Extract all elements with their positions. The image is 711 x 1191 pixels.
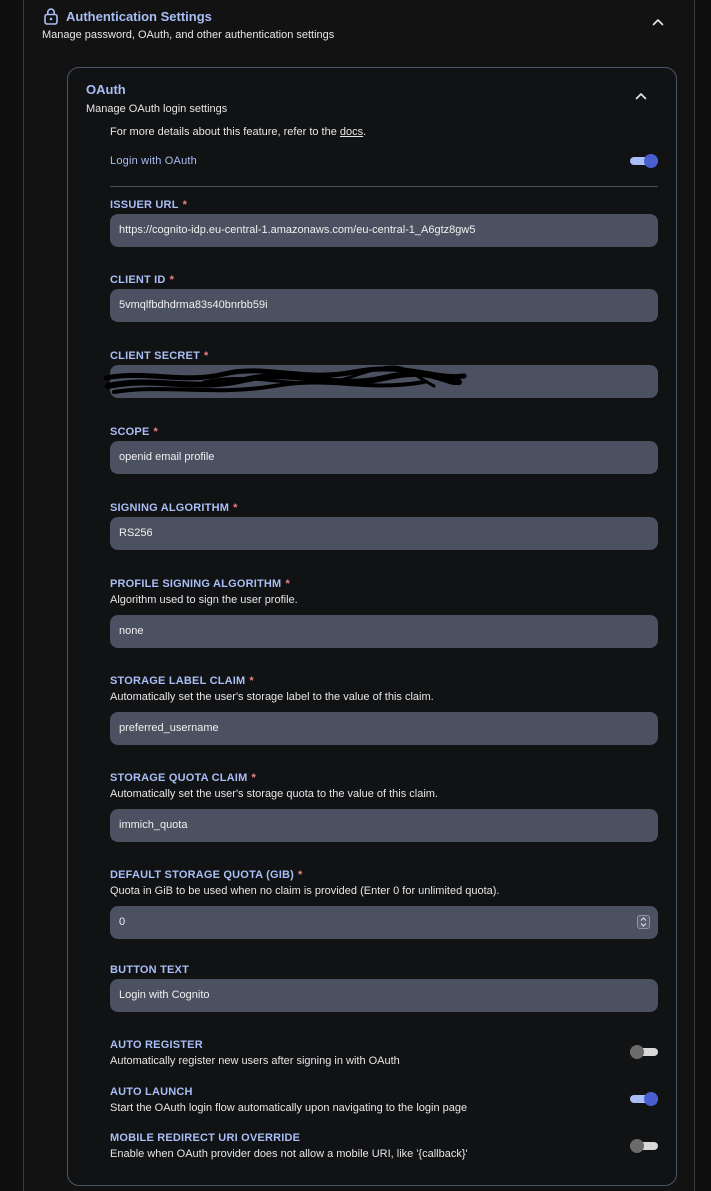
client-id-field: CLIENT ID * 5vmqlfbdhdrma83s40bnrbb59i (110, 274, 658, 322)
auto-launch-desc: Start the OAuth login flow automatically… (110, 1102, 468, 1114)
storage-label-claim-input[interactable]: preferred_username (110, 712, 658, 745)
signing-algorithm-field: SIGNING ALGORITHM * RS256 (110, 502, 658, 550)
chevron-up-icon[interactable] (650, 14, 666, 30)
profile-signing-algorithm-label: PROFILE SIGNING ALGORITHM * (110, 578, 290, 590)
storage-quota-claim-desc: Automatically set the user's storage quo… (110, 788, 438, 800)
storage-quota-claim-field: STORAGE QUOTA CLAIM * Automatically set t… (110, 772, 658, 842)
signing-algorithm-input[interactable]: RS256 (110, 517, 658, 550)
mobile-redirect-row: MOBILE REDIRECT URI OVERRIDE Enable when… (110, 1132, 468, 1160)
docs-info: For more details about this feature, ref… (110, 126, 366, 138)
storage-label-claim-desc: Automatically set the user's storage lab… (110, 691, 434, 703)
signing-algorithm-label: SIGNING ALGORITHM * (110, 502, 238, 514)
client-secret-label: CLIENT SECRET * (110, 350, 209, 362)
auto-register-label: AUTO REGISTER (110, 1039, 203, 1051)
scope-label: SCOPE * (110, 426, 158, 438)
mobile-redirect-label: MOBILE REDIRECT URI OVERRIDE (110, 1132, 301, 1144)
scope-field: SCOPE * openid email profile (110, 426, 658, 474)
storage-label-claim-label: STORAGE LABEL CLAIM * (110, 675, 254, 687)
profile-signing-algorithm-field: PROFILE SIGNING ALGORITHM * Algorithm use… (110, 578, 658, 648)
login-with-oauth-toggle[interactable] (630, 154, 658, 168)
default-storage-quota-label: DEFAULT STORAGE QUOTA (GIB) * (110, 869, 303, 881)
mobile-redirect-desc: Enable when OAuth provider does not allo… (110, 1148, 468, 1160)
storage-quota-claim-label: STORAGE QUOTA CLAIM * (110, 772, 256, 784)
issuer-url-label: ISSUER URL * (110, 199, 188, 211)
redaction-scribble (104, 365, 467, 394)
client-secret-field: CLIENT SECRET * (104, 350, 658, 398)
chevron-up-icon[interactable] (633, 88, 649, 104)
button-text-input[interactable]: Login with Cognito (110, 979, 658, 1012)
docs-info-suffix: . (363, 126, 367, 138)
default-storage-quota-field: DEFAULT STORAGE QUOTA (GIB) * Quota in Gi… (110, 869, 658, 939)
button-text-field: BUTTON TEXT Login with Cognito (110, 964, 658, 1012)
client-id-label: CLIENT ID * (110, 274, 175, 286)
auto-launch-row: AUTO LAUNCH Start the OAuth login flow a… (110, 1086, 467, 1114)
default-storage-quota-desc: Quota in GiB to be used when no claim is… (110, 885, 500, 897)
default-storage-quota-input[interactable]: 0 (110, 906, 658, 939)
storage-label-claim-field: STORAGE LABEL CLAIM * Automatically set t… (110, 675, 658, 745)
default-storage-quota-value: 0 (119, 916, 126, 928)
button-text-label: BUTTON TEXT (110, 964, 189, 976)
authentication-settings-title: Authentication Settings (66, 9, 212, 24)
oauth-subtitle: Manage OAuth login settings (86, 103, 228, 115)
profile-signing-algorithm-input[interactable]: none (110, 615, 658, 648)
issuer-url-input[interactable]: https://cognito-idp.eu-central-1.amazona… (110, 214, 658, 247)
oauth-card: OAuth Manage OAuth login settings For mo… (67, 67, 677, 1186)
mobile-redirect-toggle[interactable] (630, 1139, 658, 1153)
auto-register-desc: Automatically register new users after s… (110, 1055, 400, 1067)
oauth-title: OAuth (86, 82, 126, 97)
login-with-oauth-label: Login with OAuth (110, 155, 197, 167)
docs-link[interactable]: docs (340, 126, 363, 138)
auto-launch-toggle[interactable] (630, 1092, 658, 1106)
number-stepper-icon[interactable] (637, 915, 650, 929)
docs-info-prefix: For more details about this feature, ref… (110, 126, 340, 138)
auto-register-row: AUTO REGISTER Automatically register new… (110, 1039, 400, 1067)
profile-signing-algorithm-desc: Algorithm used to sign the user profile. (110, 594, 298, 606)
storage-quota-claim-input[interactable]: immich_quota (110, 809, 658, 842)
divider (110, 186, 658, 187)
auto-launch-label: AUTO LAUNCH (110, 1086, 193, 1098)
authentication-settings-subtitle: Manage password, OAuth, and other authen… (42, 29, 335, 41)
authentication-settings-header[interactable]: Authentication Settings Manage password,… (24, 0, 694, 56)
client-id-input[interactable]: 5vmqlfbdhdrma83s40bnrbb59i (110, 289, 658, 322)
authentication-settings-panel: Authentication Settings Manage password,… (23, 0, 695, 1191)
auto-register-toggle[interactable] (630, 1045, 658, 1059)
lock-icon (44, 8, 58, 25)
scope-input[interactable]: openid email profile (110, 441, 658, 474)
issuer-url-field: ISSUER URL * https://cognito-idp.eu-centr… (110, 199, 658, 247)
